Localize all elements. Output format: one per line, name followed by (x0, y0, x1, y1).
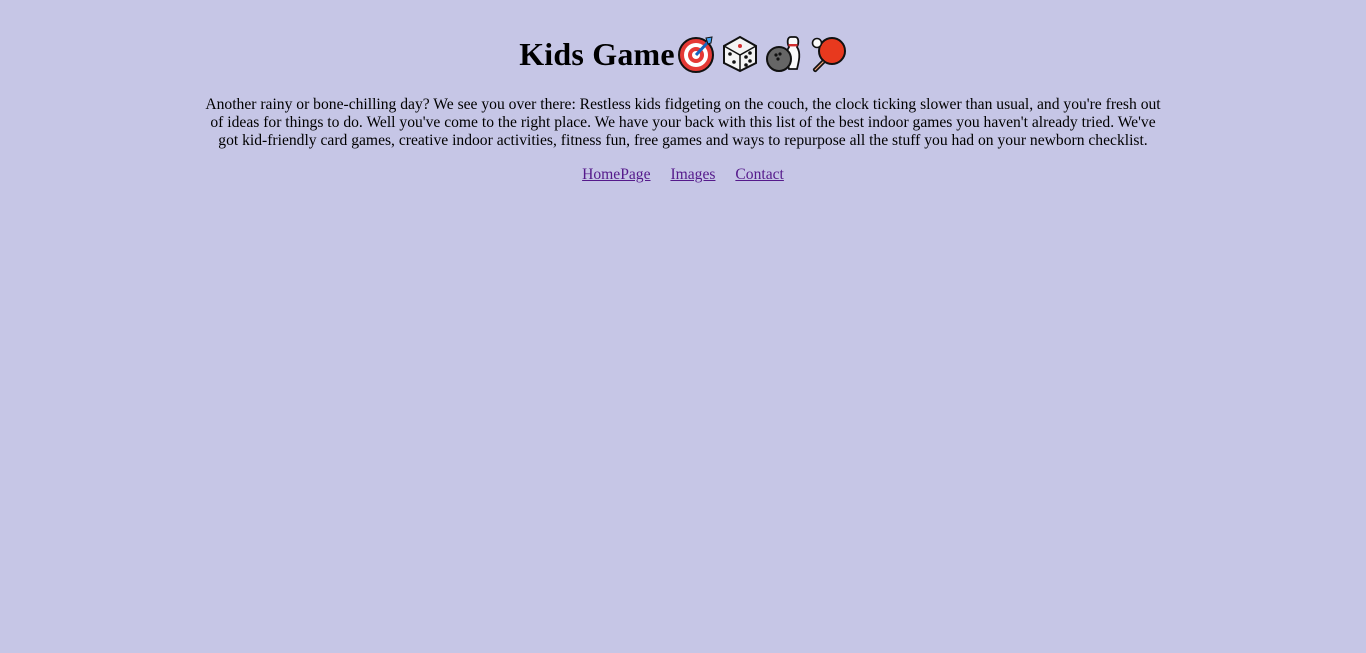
nav-link-homepage[interactable]: HomePage (582, 166, 650, 183)
page: Kids Game Another rainy or bone-chilling… (0, 0, 1366, 653)
ping-pong-icon (809, 35, 847, 73)
page-title: Kids Game (519, 36, 675, 72)
game-die-icon (721, 35, 759, 73)
title-row: Kids Game (0, 34, 1366, 74)
intro-paragraph: Another rainy or bone-chilling day? We s… (205, 96, 1161, 149)
bowling-icon (765, 35, 803, 73)
nav-link-contact[interactable]: Contact (735, 166, 784, 183)
title-emoji-row (677, 35, 847, 73)
direct-hit-icon (677, 35, 715, 73)
main-nav: HomePage Images Contact (0, 166, 1366, 184)
nav-link-images[interactable]: Images (670, 166, 715, 183)
